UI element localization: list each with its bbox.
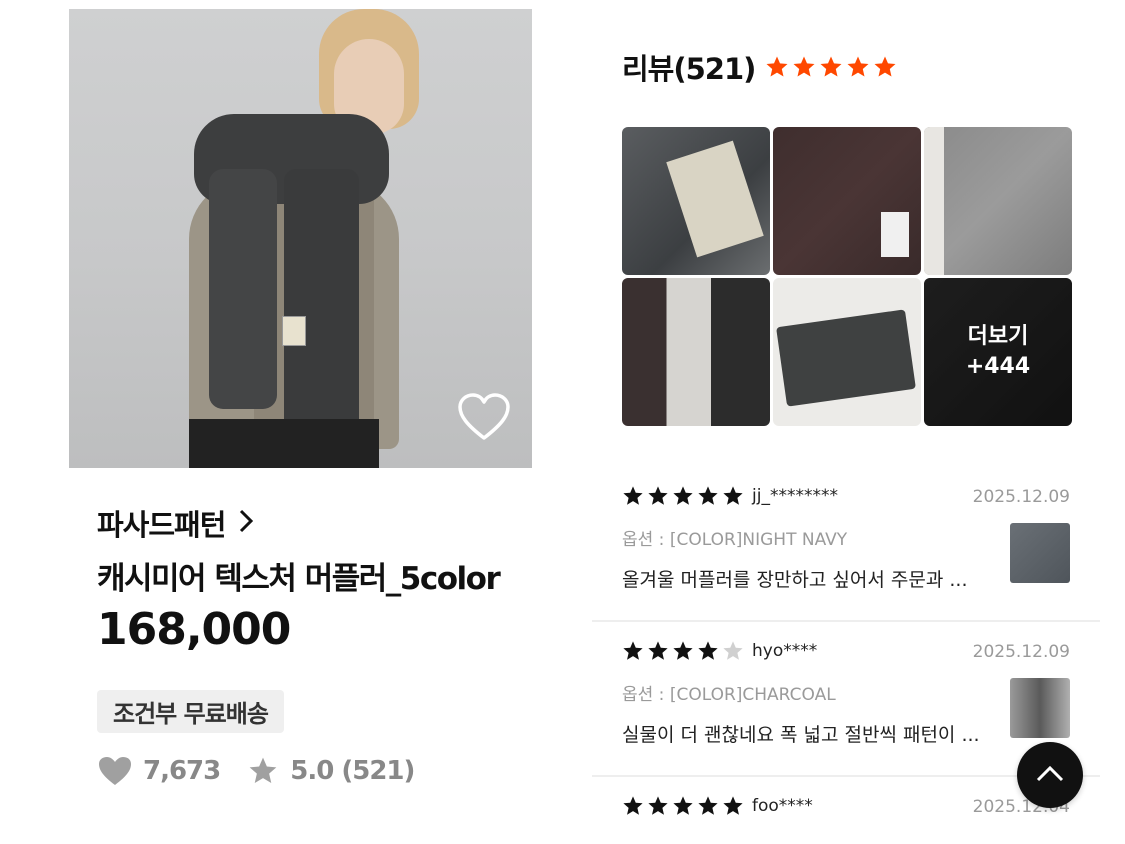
more-count: +444	[965, 354, 1031, 379]
more-photos-button[interactable]: 더보기 +444	[924, 278, 1072, 426]
rating-summary: 5.0 (521)	[290, 756, 415, 786]
scroll-to-top-button[interactable]	[1017, 742, 1083, 808]
review-photo-grid: 더보기 +444	[622, 127, 1072, 426]
star-icon	[820, 56, 842, 77]
photo-edge	[924, 127, 944, 275]
shipping-badge: 조건부 무료배송	[97, 690, 284, 733]
review-stars	[622, 795, 744, 817]
review-photo[interactable]	[622, 127, 770, 275]
chevron-up-icon	[1035, 763, 1065, 787]
image-scarf-left	[209, 169, 277, 409]
photo-tag	[881, 212, 909, 257]
review-item[interactable]: foo**** 2025.12.04	[592, 795, 1100, 844]
review-photo[interactable]	[622, 278, 770, 426]
star-icon	[766, 56, 788, 77]
review-text: 올겨울 머플러를 장만하고 싶어서 주문과 ...	[622, 569, 968, 591]
favorite-heart-icon[interactable]	[457, 392, 511, 442]
review-option: 옵션 : [COLOR]NIGHT NAVY	[622, 530, 848, 550]
review-user: hyo****	[752, 641, 818, 661]
review-photo[interactable]	[924, 127, 1072, 275]
product-main-image[interactable]	[69, 9, 532, 468]
star-icon	[847, 56, 869, 77]
review-item[interactable]: jj_******** 2025.12.09 옵션 : [COLOR]NIGHT…	[592, 485, 1100, 620]
review-date: 2025.12.09	[972, 642, 1070, 662]
review-option: 옵션 : [COLOR]CHARCOAL	[622, 685, 836, 705]
image-scarf-tag	[282, 316, 306, 346]
divider	[592, 620, 1100, 622]
review-user: jj_********	[752, 486, 838, 506]
review-photo[interactable]	[773, 127, 921, 275]
product-price: 168,000	[97, 604, 291, 655]
product-name: 캐시미어 텍스처 머플러_5color	[97, 561, 501, 597]
star-icon	[793, 56, 815, 77]
review-text: 실물이 더 괜찮네요 폭 넓고 절반씩 패턴이 ...	[622, 724, 980, 746]
review-stars	[622, 640, 744, 662]
review-date: 2025.12.09	[972, 487, 1070, 507]
photo-scarf	[776, 309, 916, 407]
reviews-rating-stars	[765, 55, 897, 79]
star-filled-icon	[246, 755, 280, 787]
image-scarf-right	[284, 169, 359, 439]
more-photos-label: 더보기 +444	[924, 278, 1072, 426]
heart-filled-icon	[97, 755, 133, 787]
review-thumbnail[interactable]	[1010, 523, 1070, 583]
star-icon	[874, 56, 896, 77]
review-stars	[622, 485, 744, 507]
image-skirt	[189, 419, 379, 468]
brand-name: 파사드패턴	[97, 508, 226, 542]
photo-label-card	[666, 140, 764, 258]
brand-link[interactable]: 파사드패턴	[97, 502, 255, 544]
review-thumbnail[interactable]	[1010, 678, 1070, 738]
reviews-header: 리뷰(521)	[622, 46, 897, 88]
like-count: 7,673	[143, 756, 221, 786]
product-stats: 7,673 5.0 (521)	[97, 755, 415, 787]
more-label: 더보기	[967, 324, 1029, 349]
chevron-right-icon	[237, 508, 255, 539]
reviews-title: 리뷰(521)	[622, 52, 756, 86]
review-user: foo****	[752, 796, 813, 816]
review-photo[interactable]	[773, 278, 921, 426]
